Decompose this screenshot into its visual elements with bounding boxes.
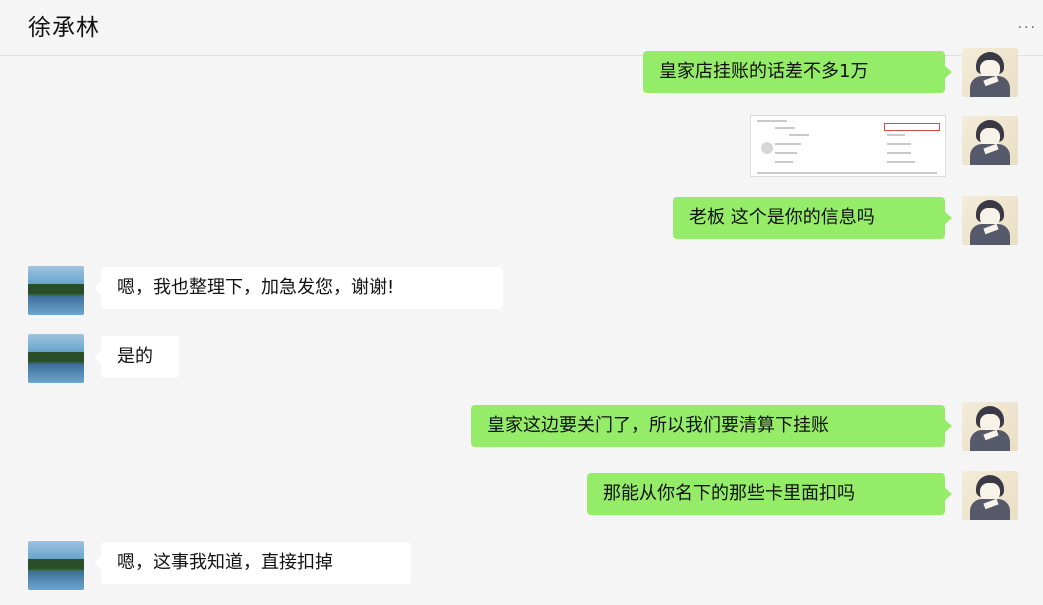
message-text: 嗯，这事我知道，直接扣掉 (117, 552, 333, 573)
self-avatar[interactable] (962, 196, 1018, 245)
contact-name: 徐承林 (28, 15, 100, 41)
contact-avatar[interactable] (28, 334, 84, 383)
contact-avatar[interactable] (28, 541, 84, 590)
message-bubble-self[interactable]: 皇家这边要关门了，所以我们要清算下挂账 (471, 405, 952, 447)
message-text: 那能从你名下的那些卡里面扣吗 (603, 483, 855, 504)
chat-header: 徐承林 ··· (0, 0, 1043, 56)
message-bubble-other[interactable]: 是的 (94, 336, 179, 378)
message-text: 皇家店挂账的话差不多1万 (659, 61, 869, 82)
message-bubble-self[interactable]: 那能从你名下的那些卡里面扣吗 (587, 473, 952, 515)
more-options-icon[interactable]: ··· (1018, 20, 1037, 36)
message-text: 老板 这个是你的信息吗 (689, 207, 875, 228)
self-avatar[interactable] (962, 402, 1018, 451)
chat-window: 徐承林 ··· 皇家店挂账的话差不多1万 老板 这个是你的信息吗 嗯，我也整理下… (0, 0, 1043, 605)
message-bubble-self[interactable]: 老板 这个是你的信息吗 (673, 197, 952, 239)
self-avatar[interactable] (962, 471, 1018, 520)
message-text: 嗯，我也整理下，加急发您，谢谢! (117, 277, 395, 298)
contact-avatar[interactable] (28, 266, 84, 315)
self-avatar[interactable] (962, 48, 1018, 97)
message-bubble-other[interactable]: 嗯，这事我知道，直接扣掉 (94, 542, 411, 584)
message-text: 皇家这边要关门了，所以我们要清算下挂账 (487, 415, 829, 436)
message-bubble-other[interactable]: 嗯，我也整理下，加急发您，谢谢! (94, 267, 503, 309)
image-message[interactable] (750, 115, 946, 177)
message-bubble-self[interactable]: 皇家店挂账的话差不多1万 (643, 51, 952, 93)
message-text: 是的 (117, 346, 153, 367)
self-avatar[interactable] (962, 116, 1018, 165)
